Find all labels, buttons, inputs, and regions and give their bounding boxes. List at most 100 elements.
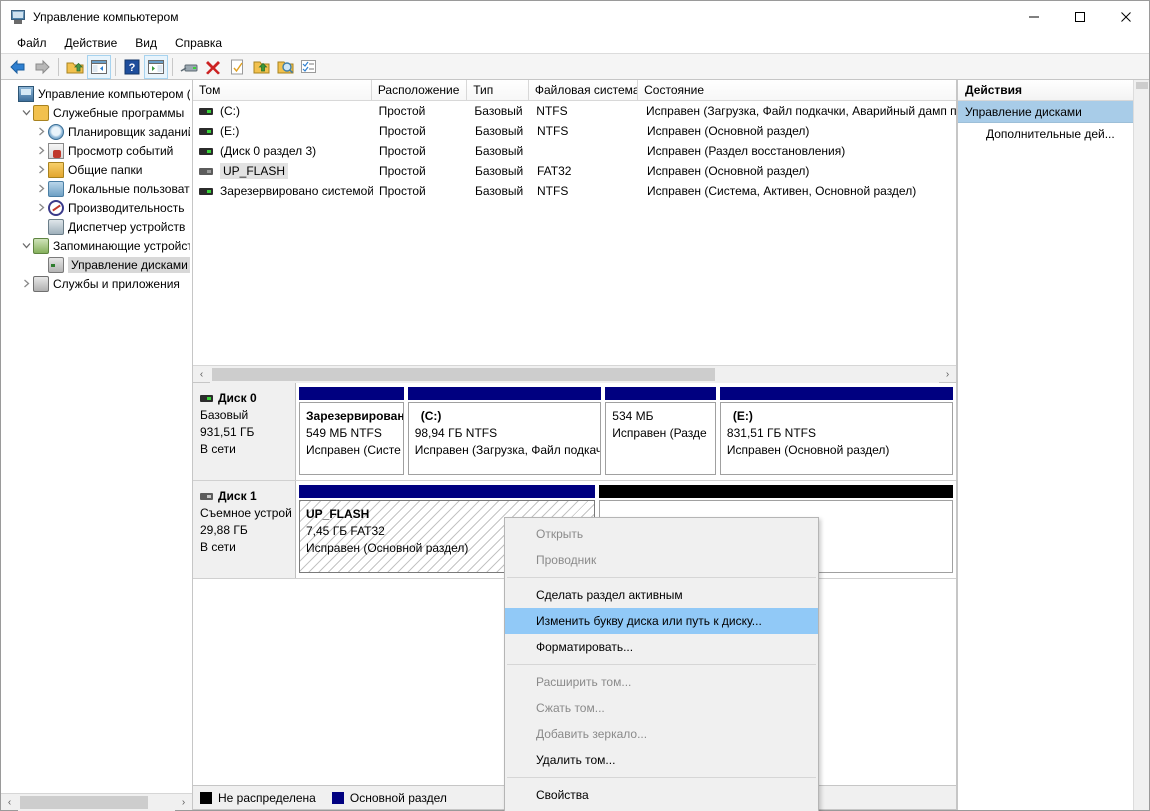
volume-fs-cell: FAT32 [537,164,572,178]
table-row[interactable]: (E:) Простой Базовый NTFS Исправен (Основной… [193,121,956,141]
partition-status: Исправен (Разде [612,426,707,440]
list-scroll-track[interactable] [210,365,939,383]
tree-item-6[interactable]: Производительность [1,198,192,217]
maximize-button[interactable] [1057,1,1103,32]
volume-name-cell[interactable]: (Диск 0 раздел 3) [193,144,373,158]
partition-size: 549 МБ NTFS [306,426,382,440]
tree-item-2[interactable]: Планировщик заданий [1,122,192,141]
tree-scroll-right-icon[interactable]: › [175,794,192,811]
menu-action[interactable]: Действие [56,34,127,52]
volume-type-cell: Базовый [475,184,524,198]
list-scroll-thumb[interactable] [212,367,715,381]
menu-view[interactable]: Вид [126,34,166,52]
chevron-right-icon[interactable] [34,198,48,217]
up-folder-icon[interactable] [63,55,87,79]
chevron-down-icon[interactable] [19,103,33,122]
column-header-2[interactable]: Тип [467,80,529,100]
chevron-right-icon[interactable] [34,122,48,141]
volume-layout-cell: Простой [379,184,426,198]
context-menu-item-7: Добавить зеркало... [536,727,648,741]
context-menu-separator [507,664,816,665]
partition-body[interactable]: (E:) 831,51 ГБ NTFS Исправен (Основной раз… [719,402,954,475]
volume-list-header: Том Расположение Тип Файловая система Состоя… [193,80,956,101]
tree-item-10[interactable]: Службы и приложения [1,274,192,293]
chevron-right-icon[interactable] [34,141,48,160]
back-icon[interactable] [6,55,30,79]
partition-body[interactable]: (C:) 98,94 ГБ NTFS Исправен (Загрузка, Фай… [407,402,602,475]
removable-volume-icon [199,167,213,175]
show-hide-tree-icon[interactable] [87,54,111,79]
volume-name-cell[interactable]: UP_FLASH [193,163,373,179]
disk-info-1[interactable]: Диск 1 Съемное устрой 29,88 ГБ В сети [193,481,296,578]
partition-0-1[interactable]: (C:) 98,94 ГБ NTFS Исправен (Загрузка, Фай… [407,387,602,475]
tree-item-5[interactable]: Локальные пользовате [1,179,192,198]
help-icon[interactable]: ? [120,55,144,79]
tree-item-3[interactable]: Просмотр событий [1,141,192,160]
column-header-0[interactable]: Том [193,80,372,100]
computer-management-window: Управление компьютером Файл Действие Вид… [0,0,1150,811]
partition-status: Исправен (Систе [306,443,401,457]
menu-help[interactable]: Справка [166,34,231,52]
table-row[interactable]: Зарезервировано системой Простой Базовый NT… [193,181,956,201]
close-button[interactable] [1103,1,1149,32]
context-menu-item-3[interactable]: Изменить букву диска или путь к диску... [505,608,818,634]
tree-item-4[interactable]: Общие папки [1,160,192,179]
list-scroll-left-icon[interactable]: ‹ [193,366,210,383]
tree-item-8[interactable]: Запоминающие устройст [1,236,192,255]
volume-name-cell[interactable]: Зарезервировано системой [193,184,373,198]
table-row[interactable]: (C:) Простой Базовый NTFS Исправен (Загрузка… [193,101,956,121]
tree-item-7[interactable]: Диспетчер устройств [1,217,192,236]
menu-file[interactable]: Файл [8,34,56,52]
tree-item-0[interactable]: Управление компьютером (л [1,84,192,103]
delete-icon[interactable] [201,55,225,79]
tree-scroll-track[interactable] [18,793,175,811]
actions-vertical-scrollbar[interactable] [1133,80,1149,810]
column-header-4[interactable]: Состояние [638,80,956,100]
list-view-icon[interactable] [297,55,321,79]
rescan-disks-icon[interactable] [177,55,201,79]
chevron-right-icon[interactable] [34,179,48,198]
toolbar: ? [1,54,1149,80]
tree-scroll-thumb[interactable] [20,795,148,809]
volume-list-horizontal-scrollbar[interactable]: ‹ › [193,365,956,383]
column-header-3[interactable]: Файловая система [528,80,639,100]
volume-fs-cell: NTFS [536,104,568,118]
minimize-button[interactable] [1011,1,1057,32]
context-menu-item-8[interactable]: Удалить том... [505,747,818,773]
partition-body[interactable]: Зарезервирован 549 МБ NTFS Исправен (Систе [299,402,404,475]
legend-item-1: Основной раздел [331,790,447,805]
table-row[interactable]: UP_FLASH Простой Базовый FAT32 Исправен (Осн… [193,161,956,181]
tree-horizontal-scrollbar[interactable]: ‹ › [1,793,192,811]
actions-scroll-thumb[interactable] [1136,82,1148,89]
tree-scroll-left-icon[interactable]: ‹ [1,794,18,811]
context-menu-item-9[interactable]: Свойства [505,782,818,808]
chevron-down-icon[interactable] [19,236,33,255]
partition-context-menu: Открыть Проводник Сделать раздел активным И… [504,517,819,811]
tree-item-1[interactable]: Служебные программы [1,103,192,122]
export-list-icon[interactable] [249,55,273,79]
search-icon[interactable] [273,55,297,79]
column-header-1[interactable]: Расположение [371,80,468,100]
partition-0-0[interactable]: Зарезервирован 549 МБ NTFS Исправен (Систе [299,387,404,475]
context-menu-item-2[interactable]: Сделать раздел активным [505,582,818,608]
context-menu-separator [507,777,816,778]
chevron-right-icon[interactable] [19,274,33,293]
tree-item-9[interactable]: Управление дисками [1,255,192,274]
partition-0-2[interactable]: 534 МБ Исправен (Разде [605,387,716,475]
actions-item-more-actions[interactable]: Дополнительные дей... ▶ [958,123,1149,145]
partition-0-3[interactable]: (E:) 831,51 ГБ NTFS Исправен (Основной раз… [719,387,954,475]
disk-info-0[interactable]: Диск 0 Базовый 931,51 ГБ В сети [193,383,296,480]
volume-name-cell[interactable]: (E:) [193,124,373,138]
context-menu-item-4[interactable]: Форматировать... [505,634,818,660]
legend-label: Основной раздел [349,790,447,805]
partition-body[interactable]: 534 МБ Исправен (Разде [605,402,716,475]
actions-section-disk-management[interactable]: Управление дисками ▲ [958,101,1149,123]
properties-check-icon[interactable] [225,55,249,79]
table-row[interactable]: (Диск 0 раздел 3) Простой Базовый Исправен … [193,141,956,161]
chevron-right-icon[interactable] [34,160,48,179]
show-action-pane-icon[interactable] [144,54,168,79]
list-scroll-right-icon[interactable]: › [939,366,956,383]
forward-icon[interactable] [30,55,54,79]
volume-name-cell[interactable]: (C:) [193,104,373,118]
